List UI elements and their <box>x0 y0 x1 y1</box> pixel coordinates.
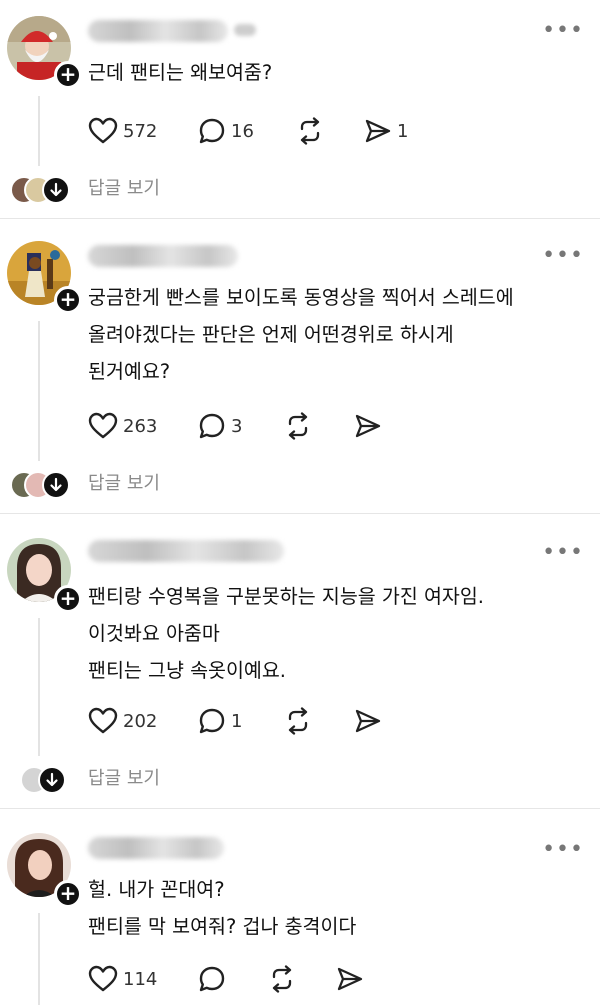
view-replies[interactable]: 답글 보기 <box>10 766 210 796</box>
repost-icon <box>288 412 308 440</box>
thread-line <box>38 321 40 461</box>
view-replies[interactable]: 답글 보기 <box>10 471 210 501</box>
share-button[interactable] <box>354 409 382 443</box>
comment-button[interactable] <box>198 962 226 996</box>
send-icon <box>355 414 381 438</box>
heart-icon <box>88 117 118 144</box>
follow-plus-icon[interactable]: + <box>54 585 82 613</box>
follow-plus-icon[interactable]: + <box>54 61 82 89</box>
action-bar: 202 1 <box>88 704 508 738</box>
comment-count: 3 <box>231 415 243 437</box>
like-count: 114 <box>123 968 158 990</box>
heart-icon <box>88 412 118 439</box>
view-replies-label[interactable]: 답글 보기 <box>88 766 160 792</box>
arrow-down-icon <box>42 176 70 204</box>
post-line: 올려야겠다는 판단은 언제 어떤경위로 하시게 <box>88 323 454 346</box>
send-icon <box>365 119 391 143</box>
arrow-down-icon <box>42 471 70 499</box>
comment-button[interactable]: 3 <box>198 409 242 443</box>
share-count: 1 <box>397 120 409 142</box>
heart-icon <box>88 965 118 992</box>
more-horizontal-icon[interactable]: ••• <box>542 839 584 861</box>
repost-button[interactable] <box>284 409 312 443</box>
username-blurred[interactable] <box>88 837 224 859</box>
comment-count: 16 <box>231 120 254 142</box>
comment-bubble-icon <box>199 708 225 734</box>
like-button[interactable]: 114 <box>88 962 157 996</box>
like-button[interactable]: 572 <box>88 114 157 148</box>
more-horizontal-icon[interactable]: ••• <box>542 245 584 267</box>
view-replies-label[interactable]: 답글 보기 <box>88 471 160 497</box>
like-count: 202 <box>123 710 158 732</box>
comment-button[interactable]: 16 <box>198 114 254 148</box>
username-blurred[interactable] <box>88 245 238 267</box>
post-body: 팬티랑 수영복을 구분못하는 지능을 가진 여자임. 이것봐요 아줌마 팬티는 … <box>88 578 484 689</box>
more-horizontal-icon[interactable]: ••• <box>542 542 584 564</box>
heart-icon <box>88 707 118 734</box>
timestamp-blurred <box>234 24 256 36</box>
share-button[interactable] <box>354 704 382 738</box>
post-line: 헐. 내가 꼰대여? <box>88 878 225 901</box>
comment-post-2: + ••• 궁금한게 빤스를 보이도록 동영상을 찍어서 스레드에 올려야겠다는… <box>0 219 600 513</box>
post-body: 궁금한게 빤스를 보이도록 동영상을 찍어서 스레드에 올려야겠다는 판단은 언… <box>88 279 514 390</box>
action-bar: 114 <box>88 962 508 996</box>
username-blurred[interactable] <box>88 20 228 42</box>
view-replies[interactable]: 답글 보기 <box>10 176 210 206</box>
thread-line <box>38 618 40 756</box>
like-count: 572 <box>123 120 158 142</box>
send-icon <box>355 709 381 733</box>
thread-line <box>38 913 40 1005</box>
action-bar: 572 16 1 <box>88 114 508 148</box>
post-line: 근데 팬티는 왜보여줌? <box>88 61 273 84</box>
comment-bubble-icon <box>199 118 225 144</box>
repost-icon <box>272 965 292 993</box>
action-bar: 263 3 <box>88 409 508 443</box>
share-button[interactable]: 1 <box>364 114 408 148</box>
repost-button[interactable] <box>268 962 296 996</box>
post-line: 궁금한게 빤스를 보이도록 동영상을 찍어서 스레드에 <box>88 286 514 309</box>
comment-bubble-icon <box>199 966 225 992</box>
share-button[interactable] <box>336 962 364 996</box>
username-blurred[interactable] <box>88 540 284 562</box>
like-button[interactable]: 263 <box>88 409 157 443</box>
like-button[interactable]: 202 <box>88 704 157 738</box>
comment-bubble-icon <box>199 413 225 439</box>
arrow-down-icon <box>38 766 66 794</box>
comment-post-3: + ••• 팬티랑 수영복을 구분못하는 지능을 가진 여자임. 이것봐요 아줌… <box>0 514 600 808</box>
follow-plus-icon[interactable]: + <box>54 286 82 314</box>
comment-count: 1 <box>231 710 243 732</box>
repost-button[interactable] <box>296 114 324 148</box>
follow-plus-icon[interactable]: + <box>54 880 82 908</box>
post-line: 팬티를 막 보여줘? 겁나 충격이다 <box>88 915 357 938</box>
comment-button[interactable]: 1 <box>198 704 242 738</box>
repost-button[interactable] <box>284 704 312 738</box>
view-replies-label[interactable]: 답글 보기 <box>88 176 160 202</box>
post-body: 헐. 내가 꼰대여? 팬티를 막 보여줘? 겁나 충격이다 <box>88 871 356 945</box>
comment-post-4: + ••• 헐. 내가 꼰대여? 팬티를 막 보여줘? 겁나 충격이다 114 <box>0 809 600 1005</box>
comment-post-1: + ••• 근데 팬티는 왜보여줌? 572 16 1 답글 보기 <box>0 0 600 218</box>
repost-icon <box>300 117 320 145</box>
post-line: 팬티랑 수영복을 구분못하는 지능을 가진 여자임. <box>88 585 484 608</box>
post-line: 된거예요? <box>88 360 171 383</box>
like-count: 263 <box>123 415 158 437</box>
repost-icon <box>288 707 308 735</box>
post-body: 근데 팬티는 왜보여줌? <box>88 54 272 91</box>
send-icon <box>337 967 363 991</box>
post-line: 이것봐요 아줌마 <box>88 622 220 645</box>
thread-line <box>38 96 40 166</box>
more-horizontal-icon[interactable]: ••• <box>542 20 584 42</box>
post-line: 팬티는 그냥 속옷이예요. <box>88 659 286 682</box>
